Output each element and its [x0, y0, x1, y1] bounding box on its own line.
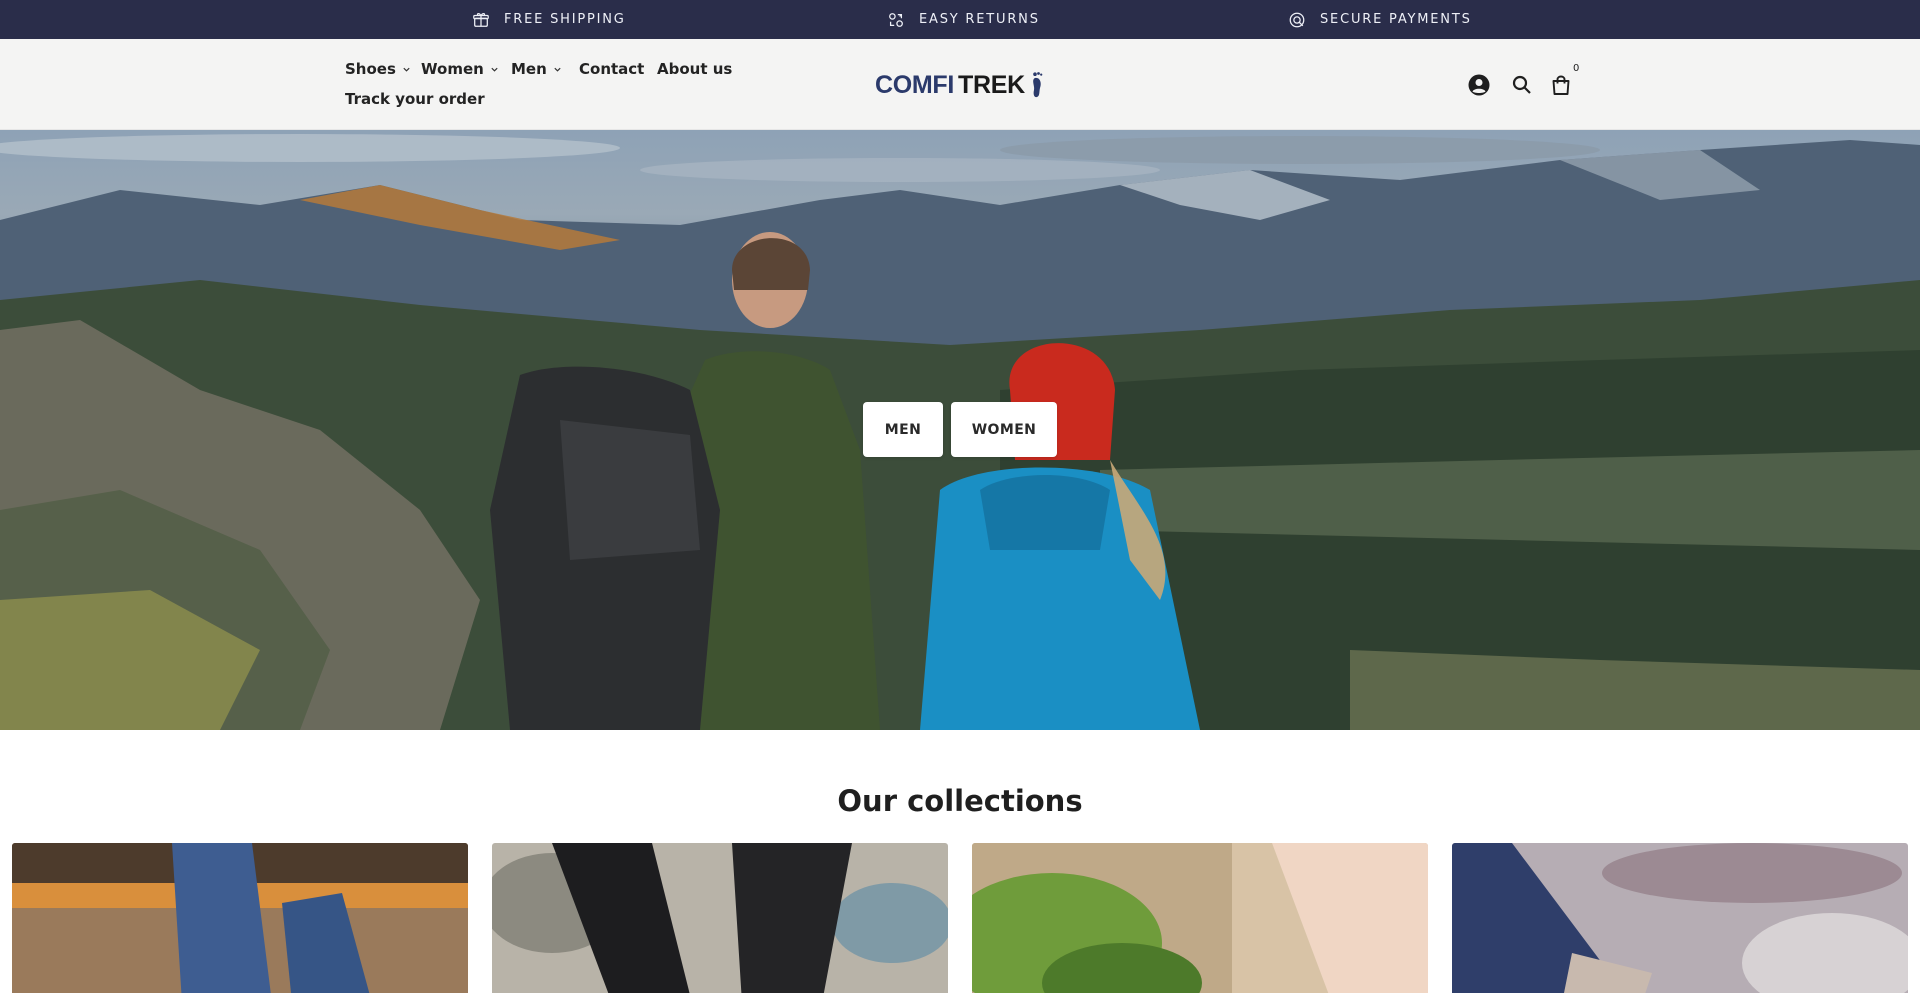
hero-banner: MEN WOMEN	[0, 130, 1920, 730]
announcement-secure-payments: SECURE PAYMENTS	[1288, 0, 1472, 39]
nav-label: Shoes	[345, 60, 396, 78]
collection-card-4[interactable]	[1452, 843, 1908, 993]
logo-text-comfi: COMFI	[875, 70, 955, 99]
announcement-label: EASY RETURNS	[919, 12, 1040, 27]
nav-label: Track your order	[345, 90, 485, 108]
search-button[interactable]	[1508, 71, 1536, 99]
announcement-easy-returns: EASY RETURNS	[887, 0, 1040, 39]
nav-track-order[interactable]: Track your order	[345, 90, 485, 108]
gift-box-icon	[473, 12, 489, 27]
logo-text-trek: TREK	[958, 70, 1025, 99]
chevron-down-icon	[403, 67, 410, 72]
nav-label: Women	[421, 60, 484, 78]
shop-women-button[interactable]: WOMEN	[951, 402, 1057, 457]
returns-icon	[889, 12, 903, 27]
cart-count-badge: 0	[1573, 63, 1580, 74]
nav-label: Contact	[579, 60, 645, 78]
shop-men-button[interactable]: MEN	[863, 402, 943, 457]
nav-label: Men	[511, 60, 547, 78]
announcement-label: FREE SHIPPING	[504, 12, 626, 27]
chevron-down-icon	[554, 67, 561, 72]
collection-image-2	[492, 843, 948, 993]
chevron-down-icon	[491, 67, 498, 72]
nav-men[interactable]: Men	[511, 60, 562, 78]
collection-image-3	[972, 843, 1428, 993]
announcement-free-shipping: FREE SHIPPING	[472, 0, 626, 39]
secure-payment-icon	[1289, 12, 1305, 27]
site-logo[interactable]: COMFI TREK	[875, 67, 1045, 103]
announcement-bar: FREE SHIPPING EASY RETURNS SECURE PAYMEN…	[0, 0, 1920, 39]
site-header: Shoes Women Men Contact About us Track y…	[0, 39, 1920, 130]
collection-image-1	[12, 843, 468, 993]
announcement-label: SECURE PAYMENTS	[1320, 12, 1472, 27]
account-button[interactable]	[1465, 71, 1493, 99]
nav-label: About us	[657, 60, 733, 78]
cart-button[interactable]	[1547, 71, 1575, 99]
search-icon	[1512, 75, 1531, 94]
collection-card-2[interactable]	[492, 843, 948, 993]
footprint-icon	[1033, 72, 1043, 98]
collection-image-4	[1452, 843, 1908, 993]
nav-about[interactable]: About us	[657, 60, 732, 78]
account-icon	[1468, 74, 1490, 96]
nav-women[interactable]: Women	[421, 60, 499, 78]
collections-title: Our collections	[837, 784, 1083, 818]
cart-icon	[1552, 75, 1570, 95]
nav-shoes[interactable]: Shoes	[345, 60, 411, 78]
collection-card-1[interactable]	[12, 843, 468, 993]
nav-contact[interactable]: Contact	[579, 60, 644, 78]
collection-card-3[interactable]	[972, 843, 1428, 993]
